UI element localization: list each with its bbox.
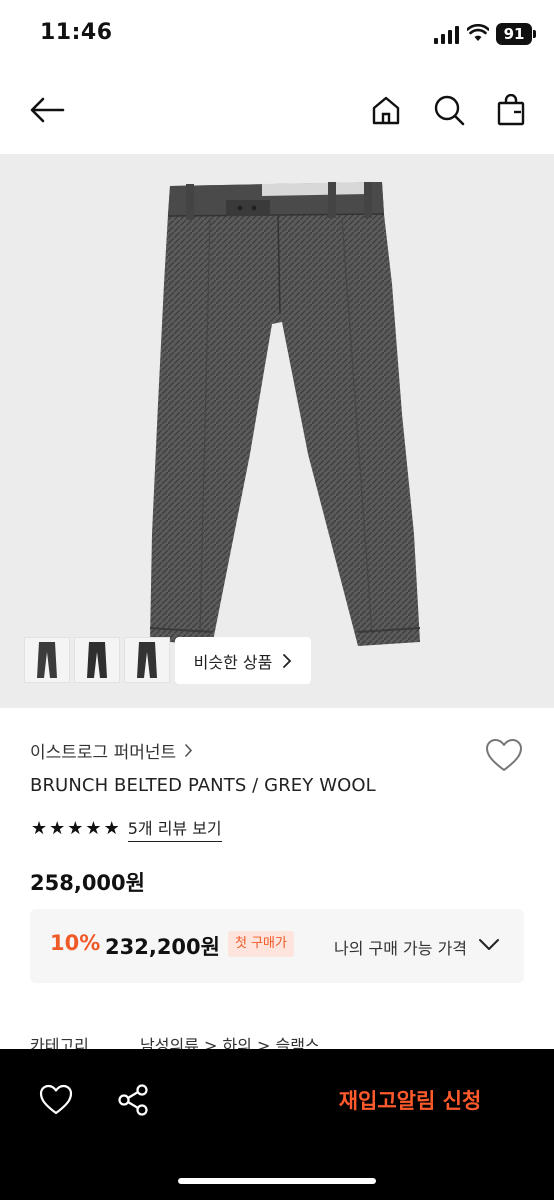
back-button[interactable]: [27, 90, 67, 130]
rating-stars: ★ ★ ★ ★ ★: [31, 817, 120, 839]
brand-link[interactable]: 이스트로그 퍼머넌트: [30, 738, 193, 763]
cart-button[interactable]: [491, 90, 531, 130]
star-icon: ★: [85, 817, 102, 839]
home-icon: [372, 96, 400, 125]
reviews-link[interactable]: 5개 리뷰 보기: [127, 815, 222, 842]
top-nav: [0, 80, 554, 140]
battery-tip: [533, 30, 536, 38]
product-name: BRUNCH BELTED PANTS / GREY WOOL: [30, 775, 376, 796]
status-bar: 11:46 91: [0, 0, 554, 70]
pants-thumbnail-icon: [37, 642, 57, 678]
bottom-action-bar: 재입고알림 신청: [0, 1049, 554, 1200]
shopping-bag-icon: [497, 94, 525, 126]
pants-thumbnail-icon: [137, 642, 157, 678]
similar-products-button[interactable]: 비슷한 상품: [175, 637, 311, 684]
thumbnail[interactable]: [24, 637, 70, 683]
rating-row: ★ ★ ★ ★ ★ 5개 리뷰 보기: [31, 815, 222, 842]
search-icon: [434, 95, 465, 126]
thumbnail[interactable]: [74, 637, 120, 683]
price-box[interactable]: 10% 232,200원 첫 구매가 나의 구매 가능 가격: [30, 909, 524, 983]
home-indicator: [178, 1178, 376, 1184]
wifi-icon: [467, 24, 489, 41]
product-price: 258,000원: [30, 871, 145, 895]
star-icon: ★: [103, 817, 120, 839]
pants-thumbnail-icon: [87, 642, 107, 678]
pants-image: [149, 182, 421, 646]
home-button[interactable]: [366, 90, 406, 130]
chevron-right-icon: [283, 653, 292, 668]
star-icon: ★: [49, 817, 66, 839]
restock-alert-button[interactable]: 재입고알림 신청: [300, 1085, 520, 1115]
star-icon: ★: [31, 817, 48, 839]
thumbnail[interactable]: [124, 637, 170, 683]
chevron-down-icon[interactable]: [478, 936, 500, 954]
heart-icon[interactable]: [484, 736, 524, 776]
chevron-right-icon: [185, 744, 193, 757]
arrow-left-icon: [30, 97, 65, 123]
search-button[interactable]: [429, 90, 469, 130]
discount-rate: 10%: [50, 931, 101, 955]
product-image[interactable]: 비슷한 상품: [0, 154, 554, 708]
thumbnail-strip: [24, 637, 170, 683]
signal-icon: [434, 26, 459, 44]
brand-name: 이스트로그 퍼머넌트: [30, 743, 177, 763]
star-icon: ★: [67, 817, 84, 839]
first-purchase-badge: 첫 구매가: [228, 931, 294, 957]
similar-products-label: 비슷한 상품: [193, 652, 273, 672]
sale-price: 232,200원: [105, 935, 220, 959]
share-icon[interactable]: [115, 1082, 151, 1118]
battery-indicator: 91: [496, 23, 532, 45]
status-time: 11:46: [40, 20, 113, 45]
heart-icon[interactable]: [38, 1082, 74, 1118]
my-price-label: 나의 구매 가능 가격: [334, 939, 468, 958]
